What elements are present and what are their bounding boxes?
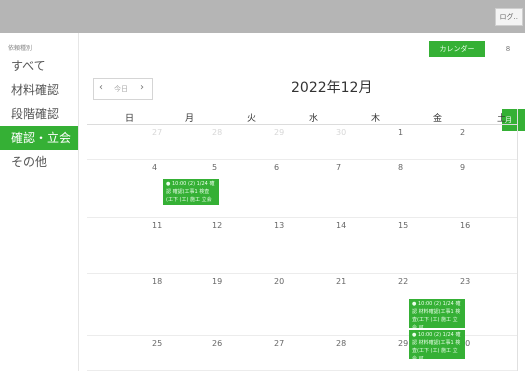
day-cell[interactable]: 30 [336, 128, 346, 137]
user-menu-button[interactable]: ログ.. [494, 8, 523, 26]
day-cell[interactable]: 9 [460, 163, 465, 172]
today-button[interactable]: 今日 [114, 84, 128, 94]
calendar-view-button[interactable]: カレンダー [429, 41, 485, 57]
day-cell[interactable]: 7 [336, 163, 341, 172]
day-cell[interactable]: 27 [274, 339, 284, 348]
calendar-panel: カレンダー 8 ‹ 今日 › 2022年12月 月 日 月 火 水 木 金 土 … [78, 33, 525, 371]
day-cell[interactable]: 11 [152, 221, 162, 230]
weekday-mon: 月 [185, 114, 195, 124]
grid-border [517, 109, 518, 371]
sidebar-item-other[interactable]: その他 [0, 150, 78, 174]
day-cell[interactable]: 29 [274, 128, 284, 137]
list-view-button[interactable]: 8 [497, 41, 519, 57]
day-cell[interactable]: 15 [398, 221, 408, 230]
sidebar-item-all[interactable]: すべて [0, 54, 78, 78]
weekday-thu: 木 [371, 114, 381, 124]
calendar-event[interactable]: ● 10:00 (2) 1/24 確認 確認(工事1 検査(工下 (工) 施工 … [163, 179, 219, 205]
day-cell[interactable]: 29 [398, 339, 408, 348]
day-cell[interactable]: 13 [274, 221, 284, 230]
day-cell[interactable]: 23 [460, 277, 470, 286]
calendar-event[interactable]: ● 10:00 (2) 1/24 確認 材料確認(工事1 検査(工下 (工) 施… [409, 299, 465, 328]
top-bar: ログ.. [0, 0, 525, 33]
month-nav: ‹ 今日 › [93, 78, 153, 100]
day-cell[interactable]: 22 [398, 277, 408, 286]
calendar-week: 27 28 29 30 1 2 [87, 125, 517, 160]
chevron-right-icon[interactable]: › [140, 82, 144, 93]
weekday-wed: 水 [309, 114, 319, 124]
sidebar-item-material[interactable]: 材料確認 [0, 78, 78, 102]
day-cell[interactable]: 16 [460, 221, 470, 230]
sidebar: 依頼種別 すべて 材料確認 段階確認 確認・立会 その他 [0, 33, 78, 371]
day-cell[interactable]: 18 [152, 277, 162, 286]
day-cell[interactable]: 12 [212, 221, 222, 230]
weekday-fri: 金 [433, 114, 443, 124]
day-cell[interactable]: 21 [336, 277, 346, 286]
day-cell[interactable]: 28 [336, 339, 346, 348]
weekday-tue: 火 [247, 114, 257, 124]
day-cell[interactable]: 19 [212, 277, 222, 286]
day-cell[interactable]: 8 [398, 163, 403, 172]
day-cell[interactable]: 20 [274, 277, 284, 286]
calendar-week: 11 12 13 14 15 16 [87, 218, 517, 274]
day-cell[interactable]: 26 [212, 339, 222, 348]
weekday-sun: 日 [125, 114, 135, 124]
day-cell[interactable]: 6 [274, 163, 279, 172]
day-cell[interactable]: 5 [212, 163, 217, 172]
calendar-event[interactable]: ● 10:00 (2) 1/24 確認 材料確認(工事1 検査(工下 (工) 施… [409, 330, 465, 359]
month-title: 2022年12月 [291, 80, 373, 96]
day-cell[interactable]: 28 [212, 128, 222, 137]
day-cell[interactable]: 25 [152, 339, 162, 348]
weekday-sat: 土 [497, 114, 507, 124]
day-cell[interactable]: 14 [336, 221, 346, 230]
chevron-left-icon[interactable]: ‹ [99, 82, 103, 93]
day-cell[interactable]: 4 [152, 163, 157, 172]
calendar-week: 4 5 6 7 8 9 [87, 160, 517, 218]
sidebar-item-inspection[interactable]: 確認・立会 [0, 126, 78, 150]
sidebar-heading: 依頼種別 [8, 45, 33, 52]
day-cell[interactable]: 1 [398, 128, 403, 137]
day-cell[interactable]: 2 [460, 128, 465, 137]
sidebar-item-stage[interactable]: 段階確認 [0, 102, 78, 126]
weekday-header: 日 月 火 水 木 金 土 [87, 109, 517, 125]
day-cell[interactable]: 27 [152, 128, 162, 137]
